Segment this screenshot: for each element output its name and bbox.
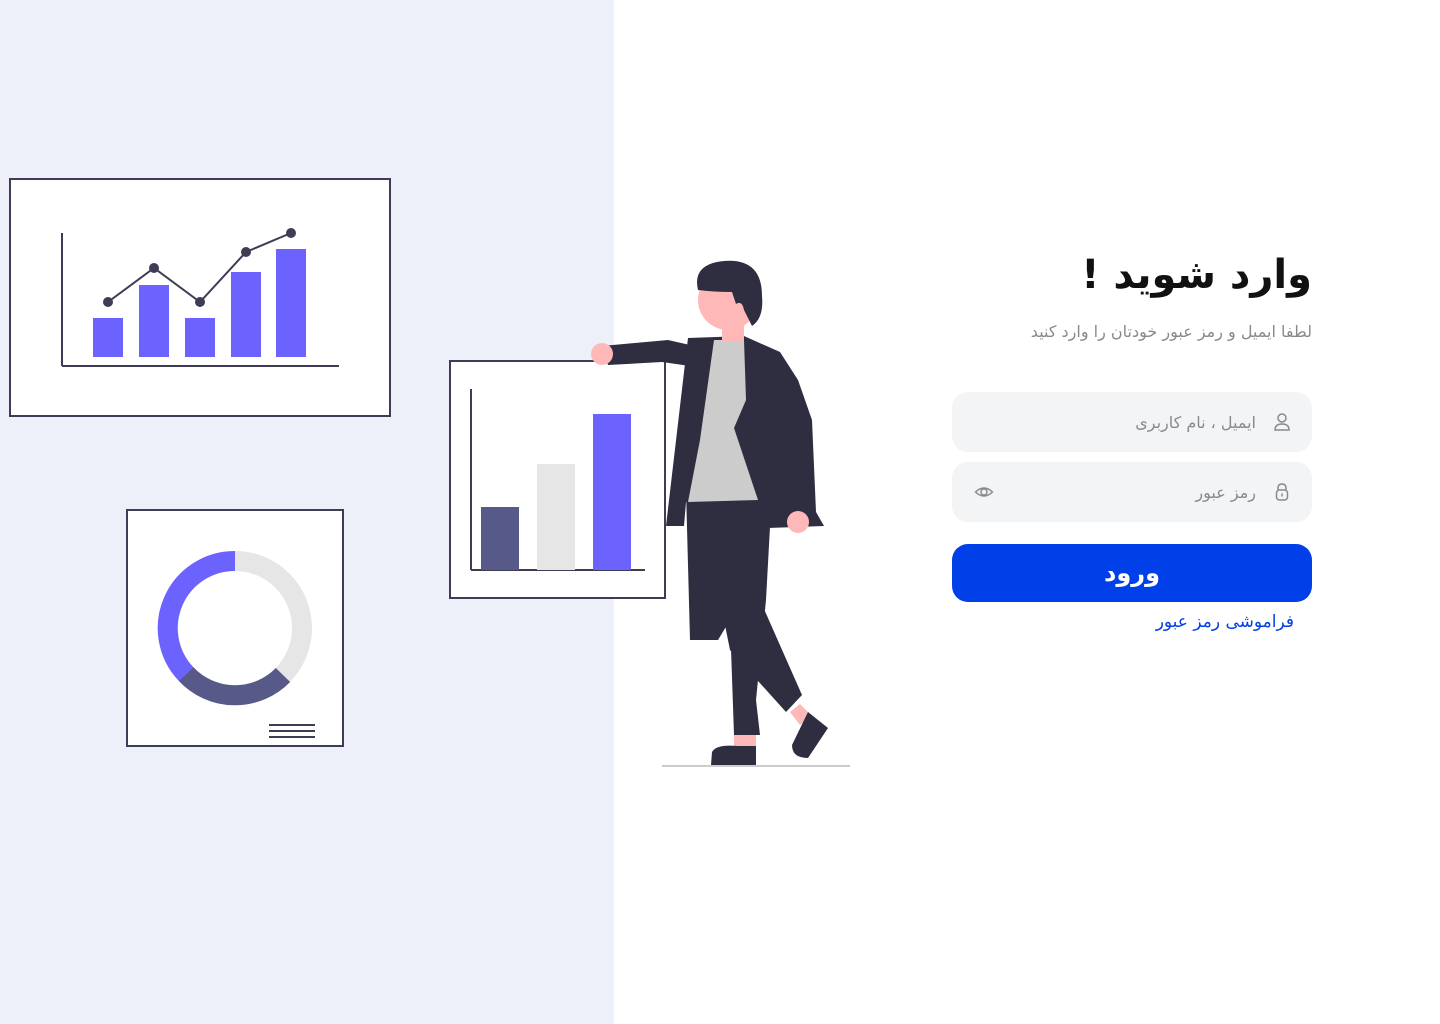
board-chart-card bbox=[449, 360, 666, 599]
forgot-password-link[interactable]: فراموشی رمز عبور bbox=[1156, 612, 1294, 632]
chart-bar bbox=[185, 318, 215, 357]
lock-icon bbox=[1270, 480, 1294, 504]
chart-bar bbox=[231, 272, 261, 357]
login-form: وارد شوید ! لطفا ایمیل و رمز عبور خودتان… bbox=[952, 240, 1312, 632]
password-input[interactable] bbox=[1006, 462, 1256, 522]
page-subtitle: لطفا ایمیل و رمز عبور خودتان را وارد کنی… bbox=[1030, 322, 1312, 341]
user-icon bbox=[1270, 410, 1294, 434]
chart-bar bbox=[93, 318, 123, 357]
username-input[interactable] bbox=[1006, 392, 1256, 452]
chart-bar bbox=[276, 249, 306, 357]
bar-line-chart-card bbox=[9, 178, 391, 417]
username-field[interactable] bbox=[952, 392, 1312, 452]
donut-chart-card bbox=[126, 509, 344, 747]
page-title: وارد شوید ! bbox=[1081, 252, 1312, 298]
password-field[interactable] bbox=[952, 462, 1312, 522]
eye-icon[interactable] bbox=[972, 480, 996, 504]
chart-bar bbox=[139, 285, 169, 357]
dashboard-illustration bbox=[9, 178, 850, 767]
login-button[interactable]: ورود bbox=[952, 544, 1312, 602]
